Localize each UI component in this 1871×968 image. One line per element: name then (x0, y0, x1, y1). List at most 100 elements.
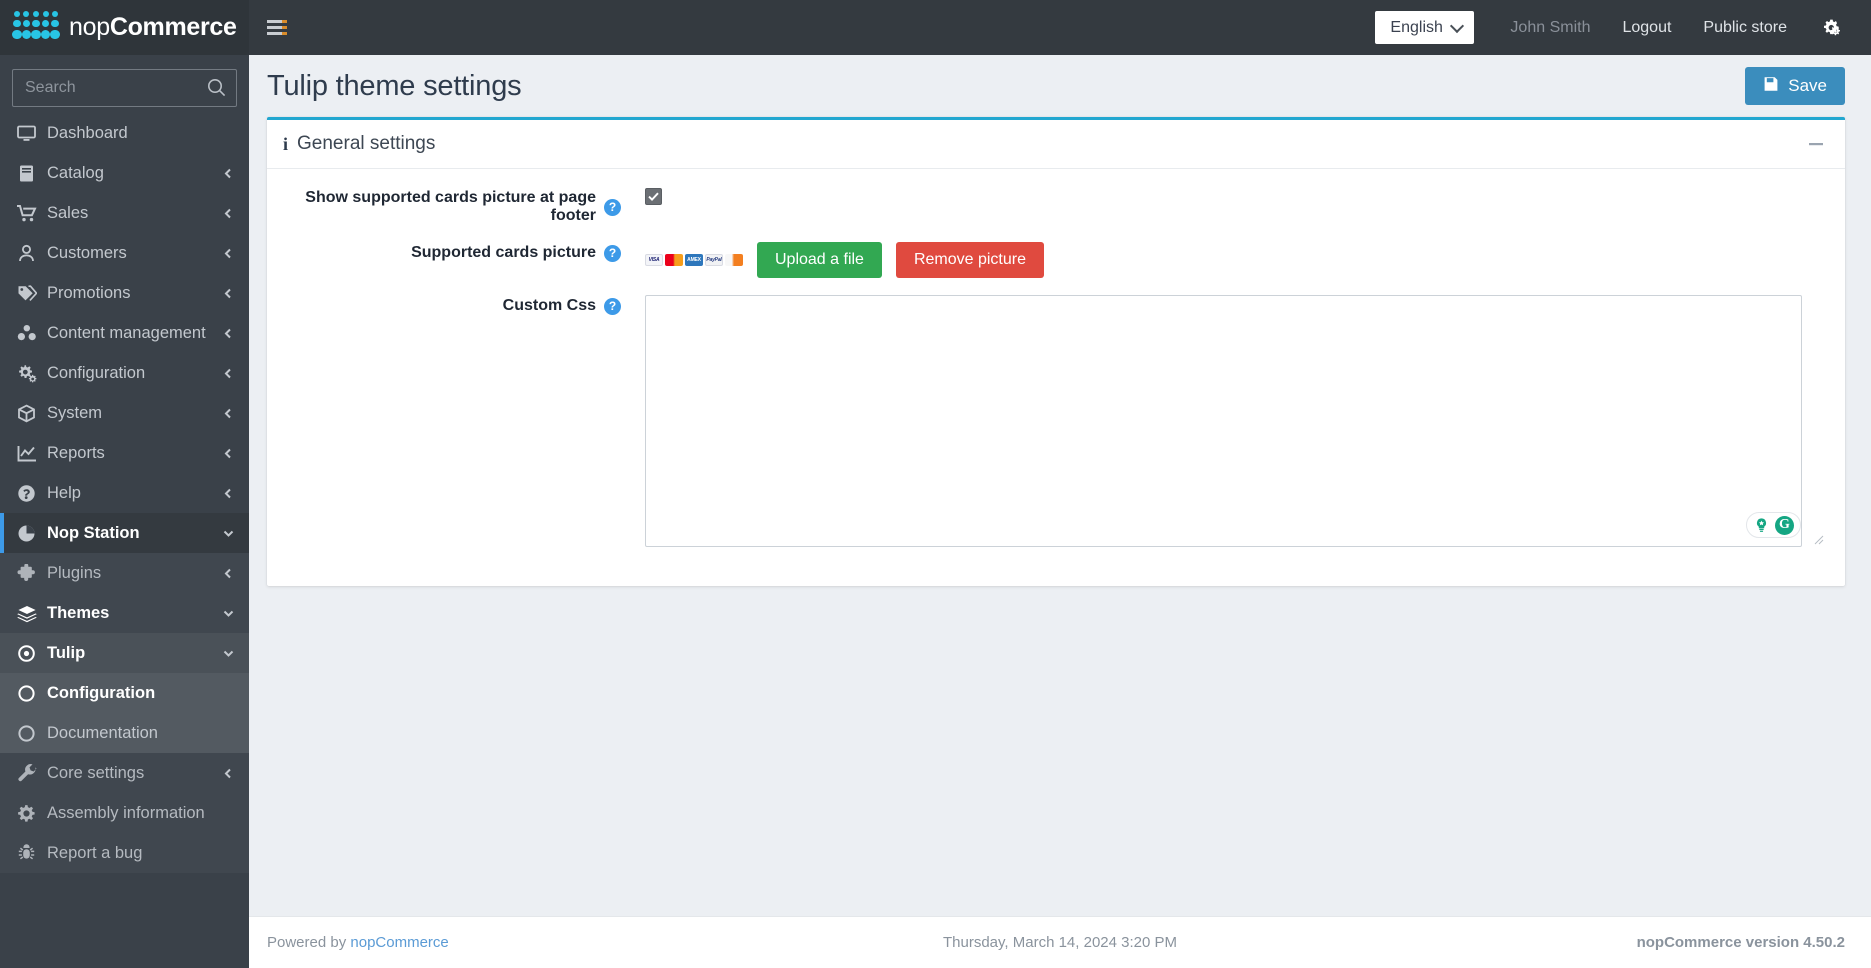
content-area: Tulip theme settings Save i General sett… (249, 55, 1871, 968)
chevron-down-icon[interactable] (222, 647, 235, 660)
sidebar-item-sales[interactable]: Sales (0, 193, 249, 233)
sidebar-item-label: Reports (47, 443, 105, 462)
language-selector-wrap: English (1375, 11, 1494, 44)
grammarly-widget[interactable]: G (1746, 512, 1801, 538)
supported-cards-row: VISA AMEX PayPal Upload a file Remove pict… (645, 242, 1827, 278)
sidebar-item-dashboard[interactable]: Dashboard (0, 113, 249, 153)
sidebar-search (12, 69, 237, 107)
chevron-left-icon[interactable] (222, 327, 235, 340)
brand-title: nopCommerce (69, 13, 237, 41)
footer-datetime: Thursday, March 14, 2024 3:20 PM (942, 934, 1178, 951)
pie-icon (17, 524, 47, 543)
save-icon (1763, 76, 1779, 97)
language-select[interactable]: English (1375, 11, 1475, 44)
card-logo-paypal-icon: PayPal (705, 254, 723, 266)
sidebar-item-catalog[interactable]: Catalog (0, 153, 249, 193)
chevron-left-icon[interactable] (222, 207, 235, 220)
gears-icon[interactable] (1803, 18, 1853, 38)
sidebar-item-label: Core settings (47, 763, 145, 782)
nopcommerce-link[interactable]: nopCommerce (350, 934, 448, 951)
supported-cards-label: Supported cards picture (411, 244, 596, 261)
chevron-left-icon[interactable] (222, 407, 235, 420)
save-button[interactable]: Save (1745, 67, 1845, 105)
chevron-left-icon[interactable] (222, 287, 235, 300)
user-icon (17, 244, 47, 263)
lightbulb-icon[interactable] (1753, 517, 1770, 534)
page-title: Tulip theme settings (267, 69, 522, 102)
sidebar-item-label: Help (47, 483, 81, 502)
upload-a-file-button[interactable]: Upload a file (757, 242, 882, 278)
sidebar-item-documentation[interactable]: Documentation (0, 713, 249, 753)
sidebar-item-content-management[interactable]: Content management (0, 313, 249, 353)
cubes-icon (17, 324, 47, 343)
sidebar-item-label: Sales (47, 203, 89, 222)
logout-link[interactable]: Logout (1606, 19, 1687, 37)
current-user-label: John Smith (1510, 18, 1591, 36)
cart-icon (17, 204, 47, 223)
chevron-left-icon[interactable] (222, 447, 235, 460)
chart-icon (17, 444, 47, 463)
powered-by-label: Powered by (267, 934, 351, 951)
custom-css-wrapper: G (645, 295, 1827, 547)
card-logo-mc-icon (665, 254, 683, 266)
circle-icon (17, 684, 47, 703)
sidebar-item-nop-station[interactable]: Nop Station (0, 513, 249, 553)
sidebar-item-label: Assembly information (47, 803, 205, 822)
sidebar-item-label: Plugins (47, 563, 102, 582)
sidebar-item-label: Themes (47, 603, 110, 622)
grammarly-logo-icon[interactable]: G (1775, 515, 1794, 535)
search-input[interactable] (12, 69, 237, 107)
brand-logo[interactable]: nopCommerce (0, 0, 249, 55)
card-logo-disc-icon (725, 254, 743, 266)
footer-version: nopCommerce version 4.50.2 (1636, 934, 1845, 951)
custom-css-label-wrap: Custom Css ? (285, 295, 625, 315)
sidebar-item-label: Catalog (47, 163, 104, 182)
card-logo-amex-icon: AMEX (685, 254, 703, 266)
book-icon (17, 164, 47, 183)
sidebar-item-label: Tulip (47, 643, 86, 662)
sidebar-item-customers[interactable]: Customers (0, 233, 249, 273)
sidebar-item-promotions[interactable]: Promotions (0, 273, 249, 313)
sidebar-item-reports[interactable]: Reports (0, 433, 249, 473)
question-icon (17, 484, 47, 503)
public-store-link[interactable]: Public store (1687, 19, 1803, 37)
chevron-down-icon[interactable] (222, 527, 235, 540)
content-header: Tulip theme settings Save (249, 55, 1871, 117)
sidebar-item-help[interactable]: Help (0, 473, 249, 513)
help-icon[interactable]: ? (604, 198, 621, 216)
puzzle-icon (17, 563, 47, 583)
general-settings-card: i General settings Show supported cards … (267, 117, 1845, 586)
sidebar-item-system[interactable]: System (0, 393, 249, 433)
card-logo-visa-icon: VISA (645, 254, 663, 266)
bug-icon (17, 843, 47, 863)
sidebar-item-configuration[interactable]: Configuration (0, 673, 249, 713)
supported-cards-control: VISA AMEX PayPal Upload a file Remove pict… (625, 242, 1827, 278)
show-cards-checkbox[interactable] (645, 188, 662, 205)
sidebar-item-themes[interactable]: Themes (0, 593, 249, 633)
sidebar-item-tulip[interactable]: Tulip (0, 633, 249, 673)
help-icon[interactable]: ? (604, 244, 621, 262)
menu-toggle-icon[interactable] (249, 0, 305, 55)
gear-icon (17, 804, 47, 823)
sidebar-item-plugins[interactable]: Plugins (0, 553, 249, 593)
custom-css-textarea[interactable] (645, 295, 1802, 547)
sidebar-item-assembly-information[interactable]: Assembly information (0, 793, 249, 833)
collapse-card-icon[interactable] (1805, 133, 1827, 155)
chevron-left-icon[interactable] (222, 167, 235, 180)
textarea-resize-handle[interactable] (1812, 532, 1824, 545)
sidebar-item-label: Nop Station (47, 523, 140, 542)
sidebar-item-report-a-bug[interactable]: Report a bug (0, 833, 249, 873)
sidebar-item-configuration[interactable]: Configuration (0, 353, 249, 393)
chevron-left-icon[interactable] (222, 487, 235, 500)
card-header: i General settings (267, 120, 1845, 169)
sidebar-item-core-settings[interactable]: Core settings (0, 753, 249, 793)
help-icon[interactable]: ? (604, 297, 621, 315)
remove-picture-button[interactable]: Remove picture (895, 242, 1044, 278)
chevron-left-icon[interactable] (222, 567, 235, 580)
chevron-down-icon[interactable] (222, 607, 235, 620)
chevron-left-icon[interactable] (222, 367, 235, 380)
chevron-left-icon[interactable] (222, 247, 235, 260)
top-nav-right-group: English John Smith Logout Public store (1375, 0, 1871, 55)
sidebar-item-label: System (47, 403, 103, 422)
chevron-left-icon[interactable] (222, 767, 235, 780)
